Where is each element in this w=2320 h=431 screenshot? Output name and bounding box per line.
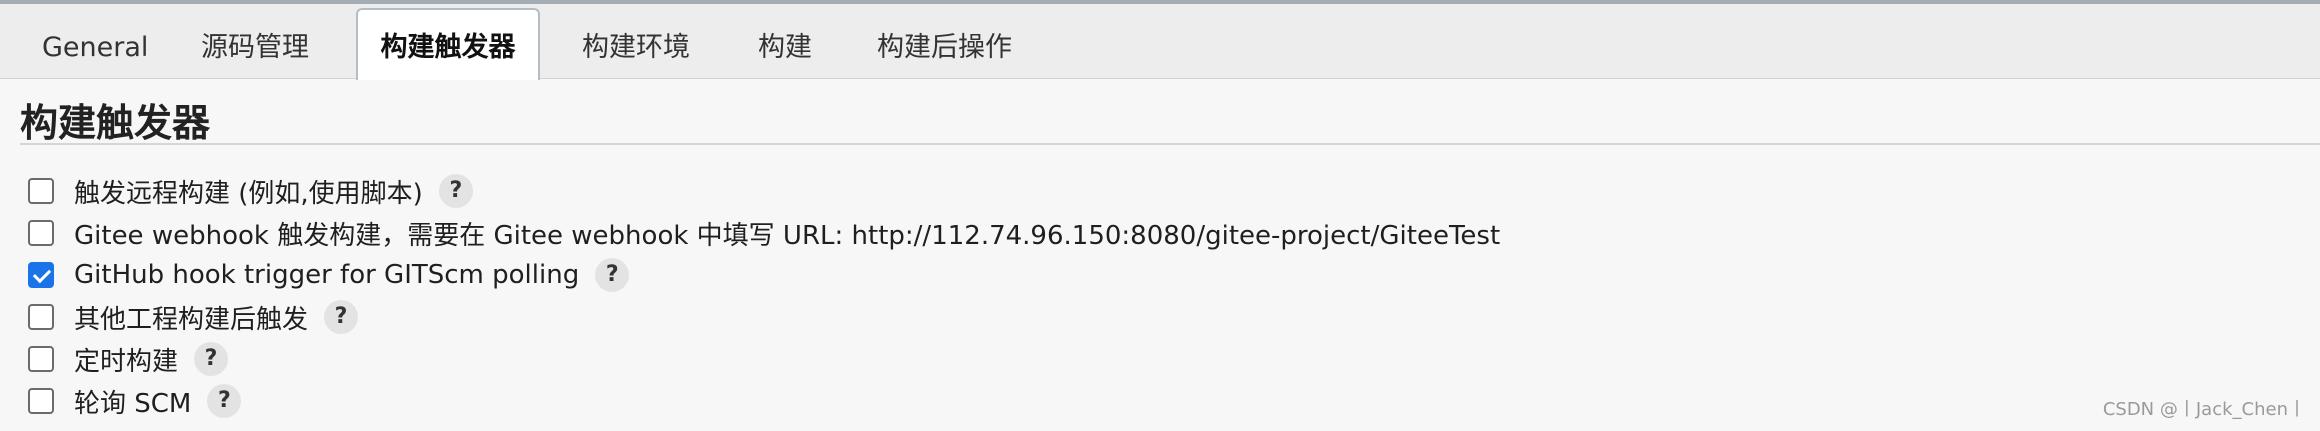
tab-source-code-management[interactable]: 源码管理 (201, 22, 309, 74)
build-after-other-projects-checkbox[interactable] (28, 304, 54, 330)
tab-post-build-actions[interactable]: 构建后操作 (877, 22, 1012, 74)
help-icon[interactable]: ? (194, 342, 229, 376)
option-build-periodically: 定时构建 ? (28, 340, 229, 378)
option-label: 其他工程构建后触发 (74, 304, 309, 335)
section-divider (20, 143, 2320, 145)
section-title: 构建触发器 (20, 101, 211, 145)
option-build-after-other-projects: 其他工程构建后触发 ? (28, 298, 359, 336)
github-hook-trigger-checkbox[interactable] (28, 262, 54, 288)
option-label: 触发远程构建 (例如,使用脚本) (74, 178, 423, 209)
tab-build-triggers[interactable]: 构建触发器 (356, 8, 540, 80)
watermark: CSDN @丨Jack_Chen丨 (2102, 399, 2306, 420)
option-poll-scm: 轮询 SCM ? (28, 382, 242, 420)
build-periodically-checkbox[interactable] (28, 346, 54, 372)
tab-bar: General 源码管理 构建触发器 构建环境 构建 构建后操作 (0, 4, 2320, 80)
tab-general[interactable]: General (42, 22, 148, 74)
option-label: GitHub hook trigger for GITScm polling (74, 260, 580, 290)
option-github-hook-trigger: GitHub hook trigger for GITScm polling ? (28, 256, 630, 294)
help-icon[interactable]: ? (595, 258, 630, 292)
option-gitee-webhook: Gitee webhook 触发构建，需要在 Gitee webhook 中填写… (28, 214, 1500, 252)
option-label: 定时构建 (74, 346, 179, 377)
option-label: 轮询 SCM (74, 388, 192, 419)
tab-build-environment[interactable]: 构建环境 (582, 22, 690, 74)
help-icon[interactable]: ? (324, 300, 359, 334)
poll-scm-checkbox[interactable] (28, 388, 54, 414)
tab-build[interactable]: 构建 (758, 22, 812, 74)
help-icon[interactable]: ? (207, 384, 242, 418)
gitee-webhook-checkbox[interactable] (28, 220, 54, 246)
trigger-remote-build-checkbox[interactable] (28, 178, 54, 204)
help-icon[interactable]: ? (438, 174, 473, 208)
option-trigger-remote-build: 触发远程构建 (例如,使用脚本) ? (28, 172, 473, 210)
option-label: Gitee webhook 触发构建，需要在 Gitee webhook 中填写… (74, 220, 1501, 251)
